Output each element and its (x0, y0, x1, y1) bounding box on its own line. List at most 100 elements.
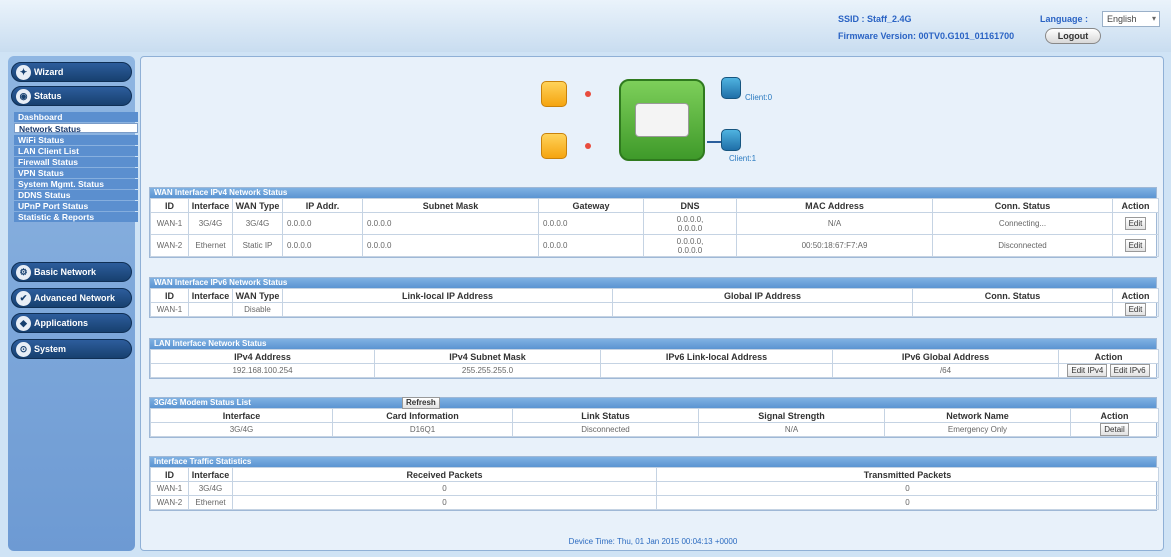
traffic-table: ID Interface Received Packets Transmitte… (150, 467, 1159, 510)
network-icon: ⚙ (16, 265, 31, 280)
cell-interface (188, 302, 233, 317)
cell-id: WAN-1 (150, 302, 189, 317)
table-row: WAN-1 3G/4G 0 0 (150, 481, 1159, 496)
lan-link-line (707, 141, 721, 143)
edit-ipv4-button[interactable]: Edit IPv4 (1067, 364, 1108, 377)
firmware-version: Firmware Version: 00TV0.G101_01161700 (838, 31, 1015, 41)
wan1-link-status-icon (585, 91, 591, 97)
section-title: WAN Interface IPv6 Network Status (150, 278, 1156, 288)
system-icon: ⊙ (16, 342, 31, 357)
table-header-row: IPv4 Address IPv4 Subnet Mask IPv6 Link-… (150, 349, 1159, 364)
menu-applications[interactable]: ◆ Applications (11, 313, 132, 333)
edit-button[interactable]: Edit (1124, 217, 1147, 230)
client1-label: Client:1 (729, 154, 757, 163)
modem-table: Interface Card Information Link Status S… (150, 408, 1159, 437)
cell-ipv4: 192.168.100.254 (150, 363, 375, 378)
menu-applications-label: Applications (34, 318, 89, 328)
sidebar: ✦ Wizard ◉ Status Dashboard Network Stat… (8, 56, 138, 551)
cell-interface: Ethernet (188, 234, 233, 257)
cell-mac: N/A (736, 212, 933, 235)
sidebar-item-firewall-status[interactable]: Firewall Status (14, 157, 138, 167)
column-header: Interface (188, 467, 233, 482)
column-header: IP Addr. (282, 198, 363, 213)
wan-ipv6-table: ID Interface WAN Type Link-local IP Addr… (150, 288, 1159, 317)
cell-id: WAN-1 (150, 481, 189, 496)
section-title: Interface Traffic Statistics (150, 457, 1156, 467)
column-header: WAN Type (232, 288, 283, 303)
detail-button[interactable]: Detail (1100, 423, 1129, 436)
cell-action: Edit (1112, 212, 1159, 235)
top-header: SSID : Staff_2.4G Firmware Version: 00TV… (0, 0, 1171, 52)
menu-system[interactable]: ⊙ System (11, 339, 132, 359)
column-header: IPv4 Subnet Mask (374, 349, 601, 364)
sidebar-item-upnp-port-status[interactable]: UPnP Port Status (14, 201, 138, 211)
lan-table: IPv4 Address IPv4 Subnet Mask IPv6 Link-… (150, 349, 1159, 378)
menu-advanced-network[interactable]: ✔ Advanced Network (11, 288, 132, 308)
column-header: IPv6 Link-local Address (600, 349, 833, 364)
sidebar-item-wifi-status[interactable]: WiFi Status (14, 135, 138, 145)
table-header-row: ID Interface WAN Type IP Addr. Subnet Ma… (150, 198, 1159, 213)
table-header-row: Interface Card Information Link Status S… (150, 408, 1159, 423)
sidebar-item-lan-client-list[interactable]: LAN Client List (14, 146, 138, 156)
cell-gateway: 0.0.0.0 (538, 212, 644, 235)
menu-basic-network[interactable]: ⚙ Basic Network (11, 262, 132, 282)
refresh-button[interactable]: Refresh (402, 397, 440, 409)
column-header: Action (1112, 288, 1159, 303)
menu-wizard[interactable]: ✦ Wizard (11, 62, 132, 82)
section-title: 3G/4G Modem Status List Refresh (150, 397, 1156, 409)
edit-ipv6-button[interactable]: Edit IPv6 (1109, 364, 1150, 377)
column-header: Conn. Status (932, 198, 1113, 213)
wizard-icon: ✦ (16, 65, 31, 80)
modem-section: 3G/4G Modem Status List Refresh Interfac… (149, 397, 1159, 438)
column-header: Received Packets (232, 467, 657, 482)
column-header: Conn. Status (912, 288, 1113, 303)
cell-global (612, 302, 913, 317)
wan2-ethernet-icon (541, 133, 567, 159)
column-header: ID (150, 288, 189, 303)
sidebar-item-vpn-status[interactable]: VPN Status (14, 168, 138, 178)
edit-button[interactable]: Edit (1124, 239, 1147, 252)
column-header: Signal Strength (698, 408, 885, 423)
sidebar-item-ddns-status[interactable]: DDNS Status (14, 190, 138, 200)
menu-basic-network-label: Basic Network (34, 267, 97, 277)
cell-mask: 0.0.0.0 (362, 212, 539, 235)
dns-primary: 0.0.0.0, (676, 214, 704, 224)
sidebar-item-network-status[interactable]: Network Status (14, 123, 138, 134)
table-header-row: ID Interface Received Packets Transmitte… (150, 467, 1159, 482)
edit-button[interactable]: Edit (1124, 303, 1147, 316)
section-title: LAN Interface Network Status (150, 339, 1156, 349)
menu-wizard-label: Wizard (34, 67, 64, 77)
sidebar-item-dashboard[interactable]: Dashboard (14, 112, 138, 122)
language-value: English (1107, 14, 1137, 24)
cell-status (912, 302, 1113, 317)
column-header: IPv4 Address (150, 349, 375, 364)
dns-secondary: 0.0.0.0 (677, 223, 703, 233)
table-row: 192.168.100.254 255.255.255.0 /64 Edit I… (150, 363, 1159, 378)
section-title: WAN Interface IPv4 Network Status (150, 188, 1156, 198)
column-header: Link Status (512, 408, 699, 423)
logout-button[interactable]: Logout (1045, 28, 1101, 44)
language-select[interactable]: English ▾ (1102, 11, 1160, 27)
wan-ipv6-section: WAN Interface IPv6 Network Status ID Int… (149, 277, 1159, 318)
cell-gateway: 0.0.0.0 (538, 234, 644, 257)
menu-status[interactable]: ◉ Status (11, 86, 132, 106)
cell-dns: 0.0.0.0, 0.0.0.0 (643, 212, 737, 235)
applications-icon: ◆ (16, 316, 31, 331)
router-icon (619, 79, 705, 161)
cell-link-local (282, 302, 613, 317)
sidebar-item-statistic-reports[interactable]: Statistic & Reports (14, 212, 138, 222)
column-header: IPv6 Global Address (832, 349, 1059, 364)
column-header: Action (1112, 198, 1159, 213)
wifi-client-icon (721, 77, 741, 99)
cell-transmitted: 0 (656, 481, 1159, 496)
cell-interface: 3G/4G (188, 481, 233, 496)
cell-action: Detail (1070, 422, 1159, 437)
sidebar-item-system-mgmt-status[interactable]: System Mgmt. Status (14, 179, 138, 189)
dns-primary: 0.0.0.0, (676, 236, 704, 246)
column-header: Action (1070, 408, 1159, 423)
menu-system-label: System (34, 344, 67, 354)
menu-status-label: Status (34, 91, 62, 101)
cell-action: Edit (1112, 302, 1159, 317)
menu-advanced-network-label: Advanced Network (34, 293, 116, 303)
cell-mask: 255.255.255.0 (374, 363, 601, 378)
